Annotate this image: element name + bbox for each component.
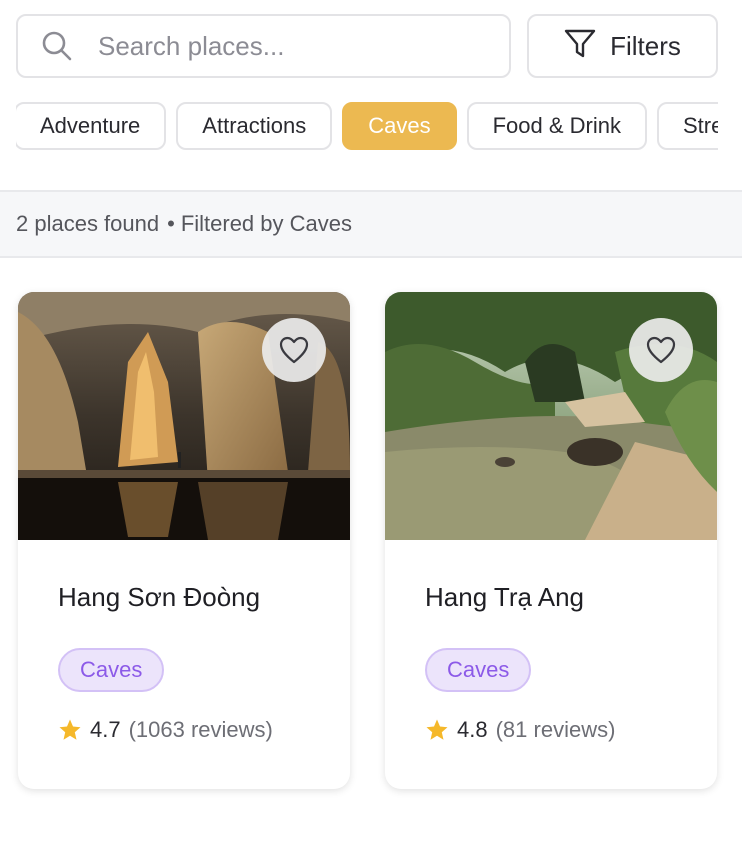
place-rating: 4.7 (1063 reviews) [58,717,273,743]
heart-icon [646,336,676,364]
rating-score: 4.8 [457,717,488,742]
chip-caves[interactable]: Caves [342,102,457,150]
chip-streets[interactable]: Streets [656,102,718,150]
search-icon [40,29,74,63]
chip-adventure[interactable]: Adventure [16,102,167,150]
star-icon [425,718,449,742]
favorite-button[interactable] [629,318,693,382]
place-name[interactable]: Hang Sơn Đoòng [58,582,260,613]
place-card[interactable]: Hang Sơn Đoòng Caves 4.7 (1063 reviews) [18,292,350,789]
place-photo [385,292,717,540]
search-row: Filters [16,14,718,78]
place-rating: 4.8 (81 reviews) [425,717,615,743]
favorite-button[interactable] [262,318,326,382]
star-icon [58,718,82,742]
category-tag: Caves [58,648,165,692]
place-card[interactable]: Hang Trạ Ang Caves 4.8 (81 reviews) [385,292,717,789]
heart-icon [279,336,309,364]
review-count: (1063 reviews) [128,717,273,742]
results-filter: Filtered by Caves [180,211,352,236]
results-summary: 2 places found • Filtered by Caves [0,190,742,258]
results-separator: • [167,211,175,236]
category-chips: Adventure Attractions Caves Food & Drink… [16,102,718,152]
chip-food-drink[interactable]: Food & Drink [466,102,647,150]
chip-attractions[interactable]: Attractions [176,102,333,150]
search-input[interactable] [98,30,468,62]
results-count: 2 places found [16,211,160,236]
search-box[interactable] [16,14,511,78]
place-photo [18,292,350,540]
filter-icon [564,29,596,64]
rating-score: 4.7 [90,717,121,742]
category-tag: Caves [425,648,532,692]
place-name[interactable]: Hang Trạ Ang [425,582,584,613]
filters-button[interactable]: Filters [527,14,718,78]
filters-button-label: Filters [610,30,681,61]
review-count: (81 reviews) [495,717,616,742]
